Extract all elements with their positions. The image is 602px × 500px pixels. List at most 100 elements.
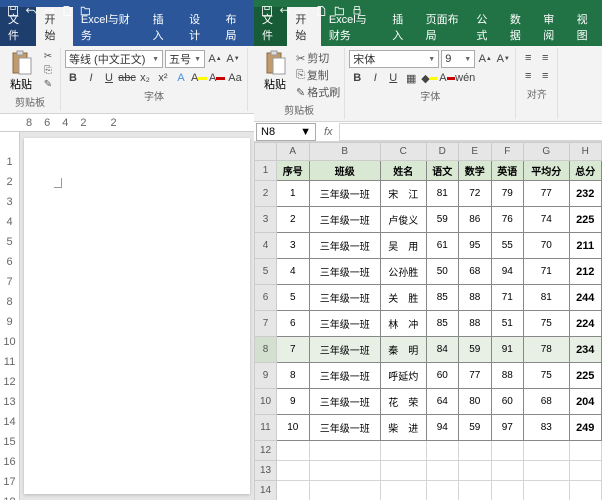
- save-icon[interactable]: [258, 2, 276, 20]
- cell[interactable]: [524, 461, 570, 481]
- cell[interactable]: 95: [459, 233, 492, 259]
- cell[interactable]: 75: [524, 311, 570, 337]
- cell[interactable]: 225: [569, 363, 602, 389]
- tab-insert[interactable]: 插入: [145, 7, 181, 46]
- header-cell[interactable]: 总分: [569, 161, 602, 181]
- cell[interactable]: 212: [569, 259, 602, 285]
- cell[interactable]: 柴 进: [381, 415, 427, 441]
- cell[interactable]: 吴 用: [381, 233, 427, 259]
- open-icon[interactable]: [76, 2, 94, 20]
- italic-button[interactable]: I: [83, 70, 99, 86]
- cell[interactable]: 78: [524, 337, 570, 363]
- cell[interactable]: [309, 461, 381, 481]
- cell[interactable]: 244: [569, 285, 602, 311]
- cut-icon[interactable]: ✂: [40, 50, 56, 63]
- cell[interactable]: 79: [491, 181, 524, 207]
- row-header[interactable]: 3: [255, 207, 277, 233]
- subscript-button[interactable]: x₂: [137, 70, 153, 86]
- cell[interactable]: [459, 481, 492, 500]
- cell[interactable]: 花 荣: [381, 389, 427, 415]
- cell[interactable]: 三年级一班: [309, 285, 381, 311]
- copy-icon[interactable]: ⎘: [40, 64, 56, 77]
- row-header[interactable]: 8: [255, 337, 277, 363]
- cell[interactable]: 3: [277, 233, 310, 259]
- cell[interactable]: 86: [459, 207, 492, 233]
- cell[interactable]: 50: [426, 259, 459, 285]
- cell[interactable]: 76: [491, 207, 524, 233]
- col-header[interactable]: H: [569, 143, 602, 161]
- cell[interactable]: 三年级一班: [309, 181, 381, 207]
- cell[interactable]: [524, 441, 570, 461]
- cell[interactable]: 林 冲: [381, 311, 427, 337]
- cell[interactable]: 呼延灼: [381, 363, 427, 389]
- cell[interactable]: 秦 明: [381, 337, 427, 363]
- cell[interactable]: [569, 481, 602, 500]
- cell[interactable]: [381, 481, 427, 500]
- header-cell[interactable]: 姓名: [381, 161, 427, 181]
- row-header[interactable]: 9: [255, 363, 277, 389]
- tab-view[interactable]: 视图: [569, 7, 602, 46]
- cell[interactable]: [309, 481, 381, 500]
- font-size-combo[interactable]: 五号▼: [165, 50, 205, 68]
- cell[interactable]: 94: [491, 259, 524, 285]
- cell[interactable]: [381, 461, 427, 481]
- cell[interactable]: 三年级一班: [309, 233, 381, 259]
- shrink-font-icon[interactable]: A▼: [225, 51, 241, 67]
- save-icon[interactable]: [4, 2, 22, 20]
- cell[interactable]: 61: [426, 233, 459, 259]
- header-cell[interactable]: 语文: [426, 161, 459, 181]
- shrink-font-icon[interactable]: A▼: [495, 51, 511, 67]
- open-icon[interactable]: [330, 2, 348, 20]
- cell[interactable]: 9: [277, 389, 310, 415]
- tab-data[interactable]: 数据: [502, 7, 535, 46]
- format-painter-button[interactable]: ✎格式刷: [296, 84, 340, 100]
- font-color-icon[interactable]: A: [439, 70, 455, 86]
- cell[interactable]: 关 胜: [381, 285, 427, 311]
- cell[interactable]: 4: [277, 259, 310, 285]
- vertical-ruler[interactable]: 12345678910111213141516171819: [0, 132, 20, 500]
- cell[interactable]: [459, 441, 492, 461]
- cell[interactable]: 211: [569, 233, 602, 259]
- superscript-button[interactable]: x²: [155, 70, 171, 86]
- cell[interactable]: 59: [426, 207, 459, 233]
- row-header[interactable]: 5: [255, 259, 277, 285]
- align-middle-icon[interactable]: ≡: [537, 50, 553, 66]
- cell[interactable]: 2: [277, 207, 310, 233]
- horizontal-ruler[interactable]: 86422: [0, 114, 254, 132]
- row-header[interactable]: 1: [255, 161, 277, 181]
- row-header[interactable]: 12: [255, 441, 277, 461]
- undo-icon[interactable]: [276, 2, 294, 20]
- cell[interactable]: 60: [426, 363, 459, 389]
- cell[interactable]: 249: [569, 415, 602, 441]
- header-cell[interactable]: 平均分: [524, 161, 570, 181]
- cell[interactable]: 三年级一班: [309, 259, 381, 285]
- bold-button[interactable]: B: [349, 70, 365, 86]
- row-header[interactable]: 2: [255, 181, 277, 207]
- cell[interactable]: 59: [459, 415, 492, 441]
- fill-color-icon[interactable]: ◆: [421, 70, 437, 86]
- cell[interactable]: 宋 江: [381, 181, 427, 207]
- cell[interactable]: 70: [524, 233, 570, 259]
- cell[interactable]: [524, 481, 570, 500]
- cell[interactable]: 72: [459, 181, 492, 207]
- header-cell[interactable]: 数学: [459, 161, 492, 181]
- cell[interactable]: 68: [524, 389, 570, 415]
- cell[interactable]: [459, 461, 492, 481]
- col-header[interactable]: E: [459, 143, 492, 161]
- tab-design[interactable]: 设计: [181, 7, 217, 46]
- copy-button[interactable]: ⎘复制: [296, 67, 340, 83]
- paste-button[interactable]: 粘贴: [4, 50, 38, 92]
- col-header[interactable]: D: [426, 143, 459, 161]
- cell[interactable]: 三年级一班: [309, 389, 381, 415]
- cell[interactable]: 84: [426, 337, 459, 363]
- cell[interactable]: 55: [491, 233, 524, 259]
- document-page[interactable]: [24, 138, 250, 494]
- cell[interactable]: 1: [277, 181, 310, 207]
- undo-icon[interactable]: [22, 2, 40, 20]
- cell[interactable]: 85: [426, 285, 459, 311]
- cell[interactable]: [426, 441, 459, 461]
- cell[interactable]: 74: [524, 207, 570, 233]
- col-header[interactable]: B: [309, 143, 381, 161]
- cell[interactable]: 卢俊义: [381, 207, 427, 233]
- cell[interactable]: [491, 481, 524, 500]
